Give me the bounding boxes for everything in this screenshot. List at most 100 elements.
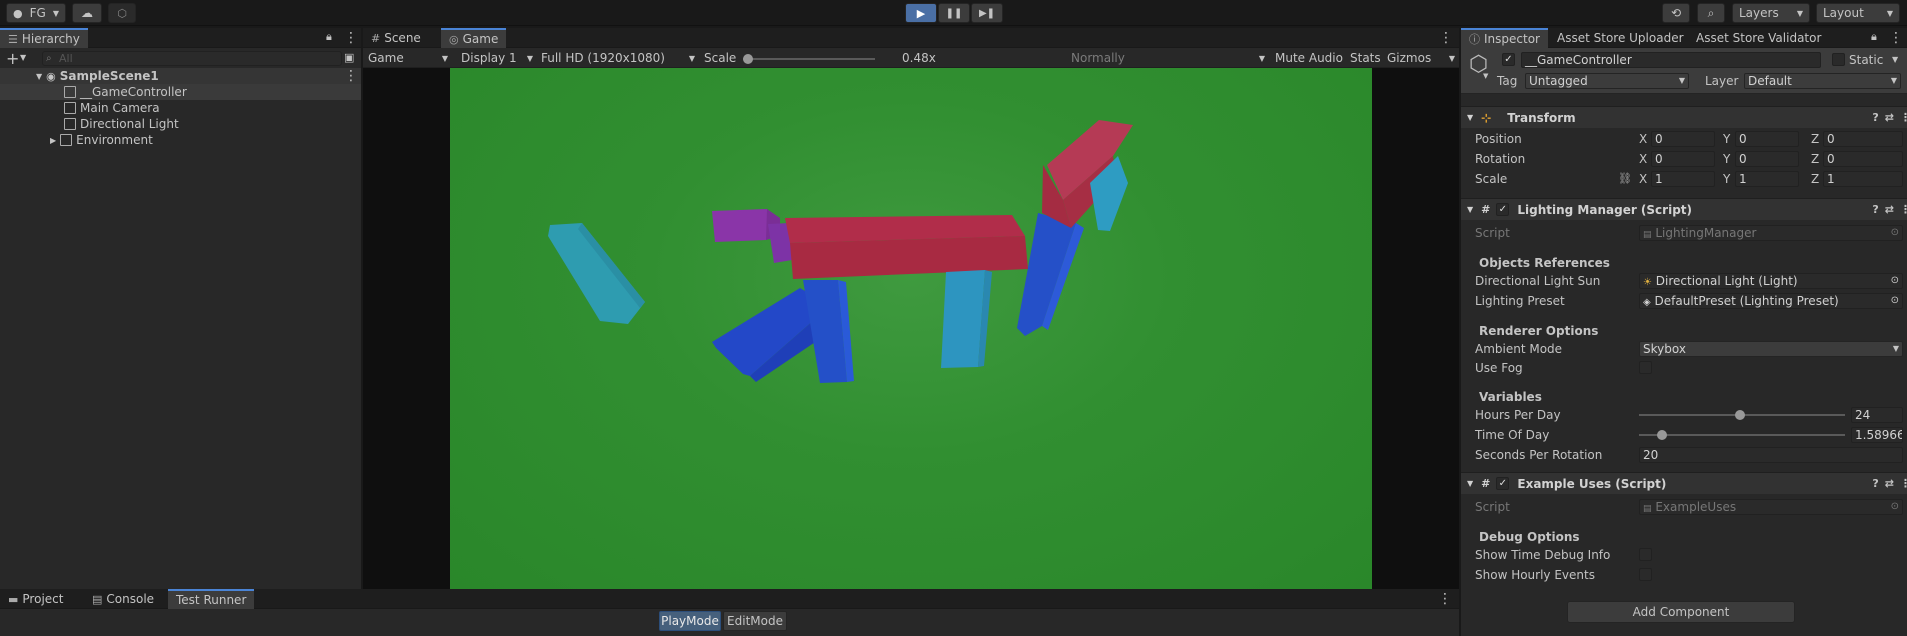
scale-y-field[interactable]: 1 <box>1735 171 1799 187</box>
layout-dropdown[interactable]: Layout ▼ <box>1816 3 1900 23</box>
pause-button[interactable]: ❚❚ <box>938 3 970 23</box>
scale-slider[interactable] <box>743 54 875 64</box>
account-dropdown[interactable]: ● FG ▼ <box>6 3 66 23</box>
tab-test-runner[interactable]: Test Runner <box>168 589 255 609</box>
add-icon[interactable]: + <box>6 49 19 68</box>
hourly-checkbox[interactable] <box>1639 568 1652 581</box>
scale-x-field[interactable]: 1 <box>1651 171 1715 187</box>
time-slider[interactable] <box>1639 430 1845 440</box>
tag-dropdown[interactable]: Untagged ▼ <box>1525 73 1689 89</box>
object-picker-icon[interactable]: ⊙ <box>1891 226 1899 240</box>
hierarchy-item-gamecontroller[interactable]: __GameController <box>0 84 361 100</box>
seconds-field[interactable]: 20 <box>1639 447 1903 463</box>
kebab-menu-icon[interactable]: ⋮ <box>344 30 358 46</box>
kebab-menu-icon[interactable]: ⋮ <box>344 68 358 84</box>
chevron-down-icon[interactable]: ▼ <box>1483 72 1488 80</box>
play-button[interactable]: ▶ <box>905 3 937 23</box>
search-icon: ⌕ <box>1707 5 1715 20</box>
component-header-icons[interactable]: ?⇄⋮ <box>1872 477 1907 490</box>
game-mode-dropdown[interactable]: Game ▼ <box>365 50 451 66</box>
editmode-toggle[interactable]: EditMode <box>723 611 787 631</box>
time-field[interactable]: 1.58966 <box>1851 427 1903 443</box>
tab-hierarchy[interactable]: ☰ Hierarchy <box>0 28 88 48</box>
active-checkbox[interactable]: ✓ <box>1502 53 1515 66</box>
resolution-dropdown[interactable]: Full HD (1920x1080) ▼ <box>538 50 698 66</box>
chevron-down-icon[interactable]: ▼ <box>1467 205 1473 214</box>
cloud-button[interactable]: ☁ <box>72 3 102 23</box>
kebab-menu-icon[interactable]: ⋮ <box>1438 591 1452 607</box>
tab-asset-store-uploader[interactable]: Asset Store Uploader <box>1549 28 1692 48</box>
scene-row[interactable]: ▼ ◉ SampleScene1 ⋮ <box>0 68 361 84</box>
layer-dropdown[interactable]: Default ▼ <box>1744 73 1901 89</box>
collab-button[interactable]: ⬡ <box>108 3 136 23</box>
playmode-toggle[interactable]: PlayMode <box>659 611 721 631</box>
slider-knob[interactable] <box>1735 410 1745 420</box>
object-name-field[interactable]: __GameController <box>1521 52 1821 68</box>
chevron-down-icon[interactable]: ▼ <box>1467 113 1473 122</box>
rotation-x-field[interactable]: 0 <box>1651 151 1715 167</box>
search-button[interactable]: ⌕ <box>1697 3 1725 23</box>
static-checkbox[interactable] <box>1832 53 1845 66</box>
component-header-icons[interactable]: ?⇄⋮ <box>1872 111 1907 124</box>
tab-console[interactable]: ▤ Console <box>84 589 162 609</box>
hours-slider[interactable] <box>1639 410 1845 420</box>
tab-scene[interactable]: # Scene <box>363 28 429 48</box>
link-icon[interactable]: ⛓ <box>1618 172 1632 185</box>
scriptable-object-icon: ◈ <box>1643 297 1651 308</box>
rotation-z-field[interactable]: 0 <box>1823 151 1903 167</box>
layers-dropdown[interactable]: Layers ▼ <box>1732 3 1810 23</box>
slider-knob[interactable] <box>1657 430 1667 440</box>
object-picker-icon[interactable]: ⊙ <box>1891 274 1899 288</box>
display-dropdown[interactable]: Display 1 ▼ <box>458 50 536 66</box>
object-picker-icon[interactable]: ⊙ <box>1891 500 1899 514</box>
chevron-down-icon[interactable]: ▼ <box>1467 479 1473 488</box>
lock-icon[interactable]: 🔒︎ <box>326 30 332 44</box>
lighting-manager-header[interactable]: ▼ # ✓ Lighting Manager (Script) ?⇄⋮ <box>1461 198 1907 220</box>
slider-knob[interactable] <box>743 54 753 64</box>
history-button[interactable]: ⟲ <box>1662 3 1690 23</box>
stats-button[interactable]: Stats <box>1347 50 1384 66</box>
tab-game[interactable]: ◎ Game <box>441 28 507 48</box>
play-icon: ▶ <box>916 6 926 20</box>
scale-z-field[interactable]: 1 <box>1823 171 1903 187</box>
tab-project[interactable]: ▬ Project <box>0 589 71 609</box>
hierarchy-item-main-camera[interactable]: Main Camera <box>0 100 361 116</box>
lock-icon[interactable]: 🔒︎ <box>1871 30 1877 44</box>
component-header-icons[interactable]: ?⇄⋮ <box>1872 203 1907 216</box>
position-z-field[interactable]: 0 <box>1823 131 1903 147</box>
preset-field[interactable]: ◈ DefaultPreset (Lighting Preset) ⊙ <box>1639 293 1903 309</box>
hierarchy-item-environment[interactable]: ▶ Environment <box>0 132 361 148</box>
object-picker-icon[interactable]: ⊙ <box>1891 294 1899 308</box>
component-enabled-checkbox[interactable]: ✓ <box>1496 477 1510 490</box>
transform-header[interactable]: ▼ ⊹ Transform ?⇄⋮ <box>1461 106 1907 128</box>
kebab-menu-icon[interactable]: ⋮ <box>1439 30 1453 46</box>
chevron-down-icon[interactable]: ▼ <box>36 72 42 81</box>
mute-audio-button[interactable]: Mute Audio <box>1272 50 1346 66</box>
script-field[interactable]: ▤ ExampleUses ⊙ <box>1639 499 1903 515</box>
add-component-button[interactable]: Add Component <box>1567 601 1795 623</box>
ambient-mode-dropdown[interactable]: Skybox ▼ <box>1639 341 1903 357</box>
component-enabled-checkbox[interactable]: ✓ <box>1496 203 1510 216</box>
hierarchy-search-input[interactable]: ⌕ All <box>42 51 342 66</box>
scene-visibility-icon[interactable]: ▣ <box>344 51 354 64</box>
chevron-down-icon[interactable]: ▼ <box>20 53 26 62</box>
rotation-y-field[interactable]: 0 <box>1735 151 1799 167</box>
example-uses-header[interactable]: ▼ # ✓ Example Uses (Script) ?⇄⋮ <box>1461 472 1907 494</box>
tab-asset-store-validator[interactable]: Asset Store Validator <box>1688 28 1829 48</box>
position-y-field[interactable]: 0 <box>1735 131 1799 147</box>
gizmos-dropdown[interactable]: Gizmos ▼ <box>1384 50 1458 66</box>
hierarchy-item-directional-light[interactable]: Directional Light <box>0 116 361 132</box>
game-viewport[interactable] <box>363 68 1459 589</box>
tab-inspector[interactable]: ⓘ Inspector <box>1461 28 1548 48</box>
time-debug-checkbox[interactable] <box>1639 548 1652 561</box>
play-focus-dropdown[interactable]: Normally ▼ <box>1068 50 1268 66</box>
script-field[interactable]: ▤ LightingManager ⊙ <box>1639 225 1903 241</box>
chevron-down-icon[interactable]: ▼ <box>1892 55 1898 64</box>
kebab-menu-icon[interactable]: ⋮ <box>1889 30 1903 46</box>
position-x-field[interactable]: 0 <box>1651 131 1715 147</box>
chevron-right-icon[interactable]: ▶ <box>50 136 56 145</box>
hours-field[interactable]: 24 <box>1851 407 1903 423</box>
step-button[interactable]: ▶❚ <box>971 3 1003 23</box>
use-fog-checkbox[interactable] <box>1639 361 1652 374</box>
sun-field[interactable]: ☀ Directional Light (Light) ⊙ <box>1639 273 1903 289</box>
